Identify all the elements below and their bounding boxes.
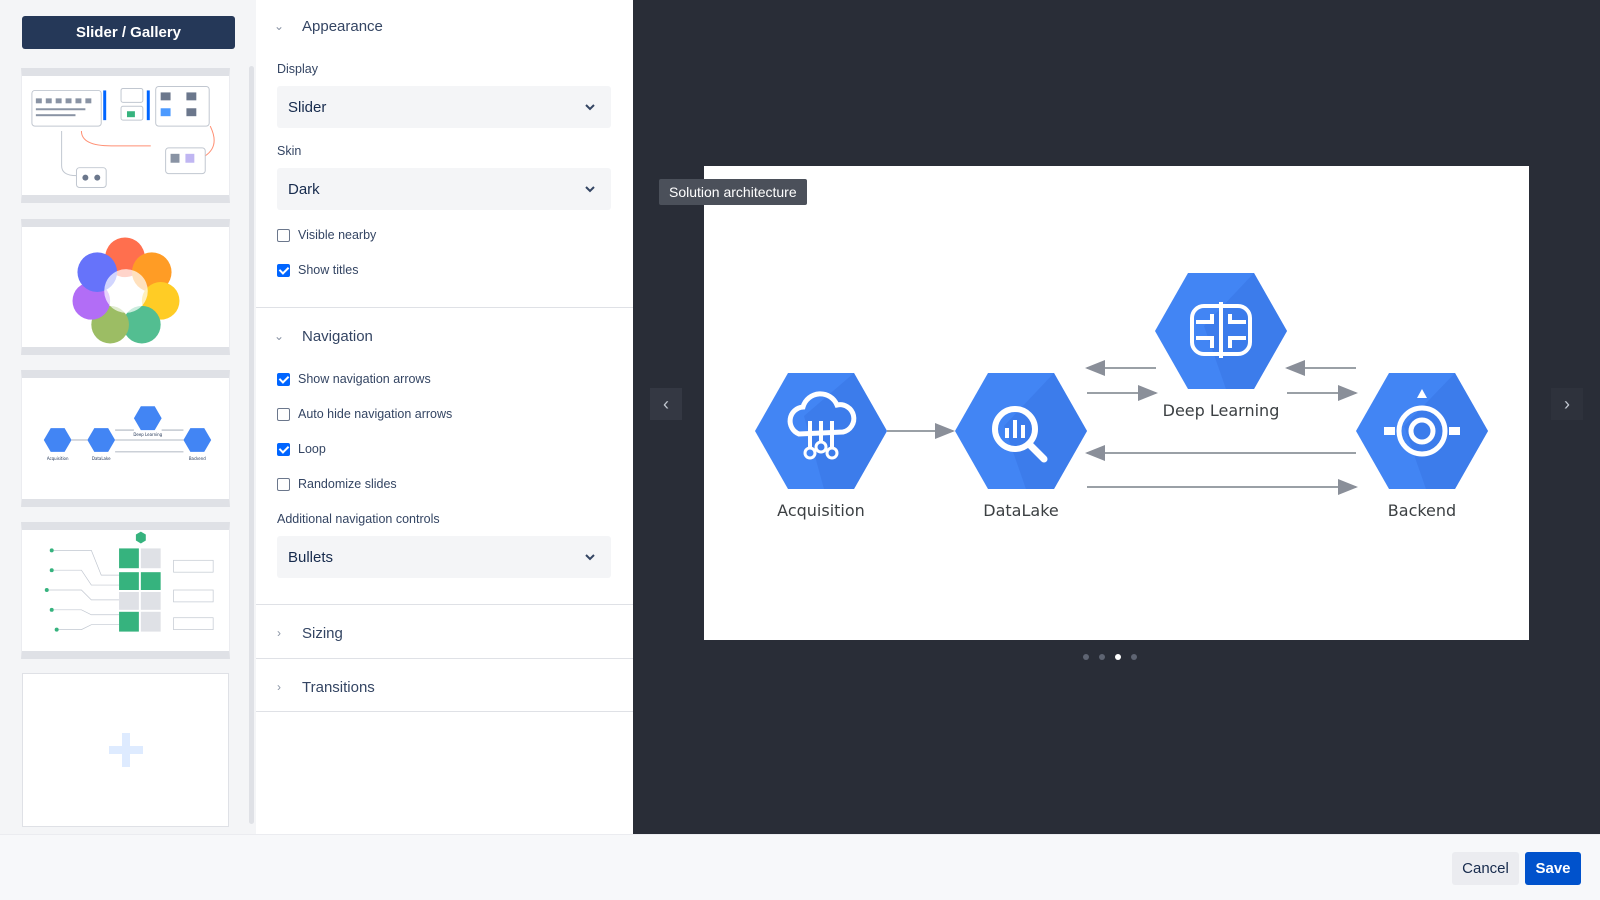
display-label: Display	[277, 62, 318, 76]
settings-panel: ⌄ Appearance Display Slider Skin Dark Vi…	[256, 0, 633, 834]
thumb-solution-flow[interactable]	[21, 68, 230, 203]
slider-gallery-title-button[interactable]: Slider / Gallery	[22, 16, 235, 49]
next-slide-button[interactable]: ›	[1551, 388, 1583, 420]
node-deep-learning-label: Deep Learning	[1163, 401, 1280, 420]
skin-select[interactable]: Dark	[277, 168, 611, 210]
chevron-right-icon: ›	[277, 680, 281, 694]
show-arrows-label: Show navigation arrows	[298, 372, 431, 386]
chevron-down-icon: ⌄	[273, 19, 285, 33]
thumb-label-acquisition: Acquisition	[47, 456, 69, 461]
chevron-down-icon	[585, 104, 595, 111]
cancel-button[interactable]: Cancel	[1452, 852, 1519, 885]
slider-preview: Acquisition DataLake Deep Learning Backe…	[633, 0, 1600, 834]
dialog-footer: Cancel Save	[0, 834, 1600, 900]
display-value: Slider	[288, 98, 327, 116]
checkbox-checked[interactable]	[277, 442, 290, 456]
chevron-right-icon: ›	[277, 626, 281, 640]
add-slide-button[interactable]	[22, 673, 229, 827]
checkbox-checked[interactable]	[277, 372, 290, 386]
chevron-left-icon: ‹	[663, 393, 669, 414]
loop-checkbox[interactable]: Loop	[277, 442, 326, 456]
additional-controls-label: Additional navigation controls	[277, 512, 440, 526]
bullet-3-active[interactable]	[1115, 654, 1121, 660]
bullet-2[interactable]	[1099, 654, 1105, 660]
slide-title-caption: Solution architecture	[659, 179, 807, 205]
bullet-4[interactable]	[1131, 654, 1137, 660]
save-label: Save	[1535, 860, 1571, 877]
plus-icon	[108, 733, 143, 767]
current-slide: Acquisition DataLake Deep Learning Backe…	[704, 166, 1529, 640]
thumbnail-scrollbar[interactable]	[249, 66, 254, 824]
node-deep-learning: Deep Learning	[1155, 273, 1287, 420]
slider-gallery-title: Slider / Gallery	[75, 24, 182, 41]
chevron-right-icon: ›	[1564, 393, 1570, 414]
divider	[256, 604, 633, 605]
chevron-down-icon: ⌄	[273, 329, 285, 343]
section-navigation-title: Navigation	[302, 327, 373, 345]
thumb-puzzle-map[interactable]	[21, 522, 230, 659]
show-titles-checkbox[interactable]: Show titles	[277, 263, 358, 277]
node-backend-label: Backend	[1388, 501, 1456, 520]
node-acquisition-label: Acquisition	[777, 501, 865, 520]
venn-diagram-thumbnail	[72, 237, 180, 344]
bullet-1[interactable]	[1083, 654, 1089, 660]
flow-diagram-thumbnail	[31, 85, 215, 188]
thumb-label-backend: Backend	[189, 456, 206, 461]
visible-nearby-label: Visible nearby	[298, 228, 377, 242]
show-arrows-checkbox[interactable]: Show navigation arrows	[277, 372, 431, 386]
section-sizing-title: Sizing	[302, 624, 343, 642]
divider	[256, 307, 633, 308]
chevron-down-icon	[585, 186, 595, 193]
randomize-label: Randomize slides	[298, 477, 397, 491]
architecture-thumbnail: Acquisition DataLake Deep Learning Backe…	[43, 406, 212, 461]
slide-bullets	[1083, 654, 1137, 660]
architecture-diagram: Acquisition DataLake Deep Learning Backe…	[755, 273, 1488, 520]
checkbox-unchecked[interactable]	[277, 477, 290, 491]
randomize-checkbox[interactable]: Randomize slides	[277, 477, 397, 491]
node-backend: Backend	[1356, 373, 1488, 520]
checkbox-unchecked[interactable]	[277, 407, 290, 421]
thumb-label-datalake: DataLake	[92, 456, 111, 461]
thumb-ux-venn[interactable]	[21, 219, 230, 355]
checkbox-checked[interactable]	[277, 263, 290, 277]
thumb-label-deep-learning: Deep Learning	[133, 432, 162, 437]
node-datalake-label: DataLake	[983, 501, 1058, 520]
additional-controls-value: Bullets	[288, 548, 334, 566]
checkbox-unchecked[interactable]	[277, 228, 290, 242]
divider	[256, 658, 633, 659]
section-appearance-header[interactable]: ⌄ Appearance	[256, 0, 633, 52]
additional-controls-select[interactable]: Bullets	[277, 536, 611, 578]
skin-label: Skin	[277, 144, 302, 158]
puzzle-map-thumbnail	[44, 531, 214, 632]
section-transitions-title: Transitions	[302, 678, 375, 696]
divider	[256, 711, 633, 712]
node-acquisition: Acquisition	[755, 373, 887, 520]
section-appearance-title: Appearance	[302, 17, 383, 35]
cancel-label: Cancel	[1462, 860, 1509, 877]
chevron-down-icon	[585, 554, 595, 561]
loop-label: Loop	[298, 442, 326, 456]
section-transitions-header[interactable]: › Transitions	[256, 661, 633, 713]
node-datalake: DataLake	[955, 373, 1087, 520]
section-navigation-header[interactable]: ⌄ Navigation	[256, 310, 633, 362]
thumb-architecture[interactable]: Acquisition DataLake Deep Learning Backe…	[21, 370, 230, 507]
auto-hide-checkbox[interactable]: Auto hide navigation arrows	[277, 407, 452, 421]
show-titles-label: Show titles	[298, 263, 359, 277]
display-select[interactable]: Slider	[277, 86, 611, 128]
previous-slide-button[interactable]: ‹	[650, 388, 682, 420]
slide-list: Slider / Gallery Acquisition DataLake De…	[0, 0, 256, 834]
visible-nearby-checkbox[interactable]: Visible nearby	[277, 228, 376, 242]
auto-hide-label: Auto hide navigation arrows	[298, 407, 453, 421]
section-sizing-header[interactable]: › Sizing	[256, 607, 633, 659]
skin-value: Dark	[288, 180, 320, 198]
save-button[interactable]: Save	[1525, 852, 1581, 885]
